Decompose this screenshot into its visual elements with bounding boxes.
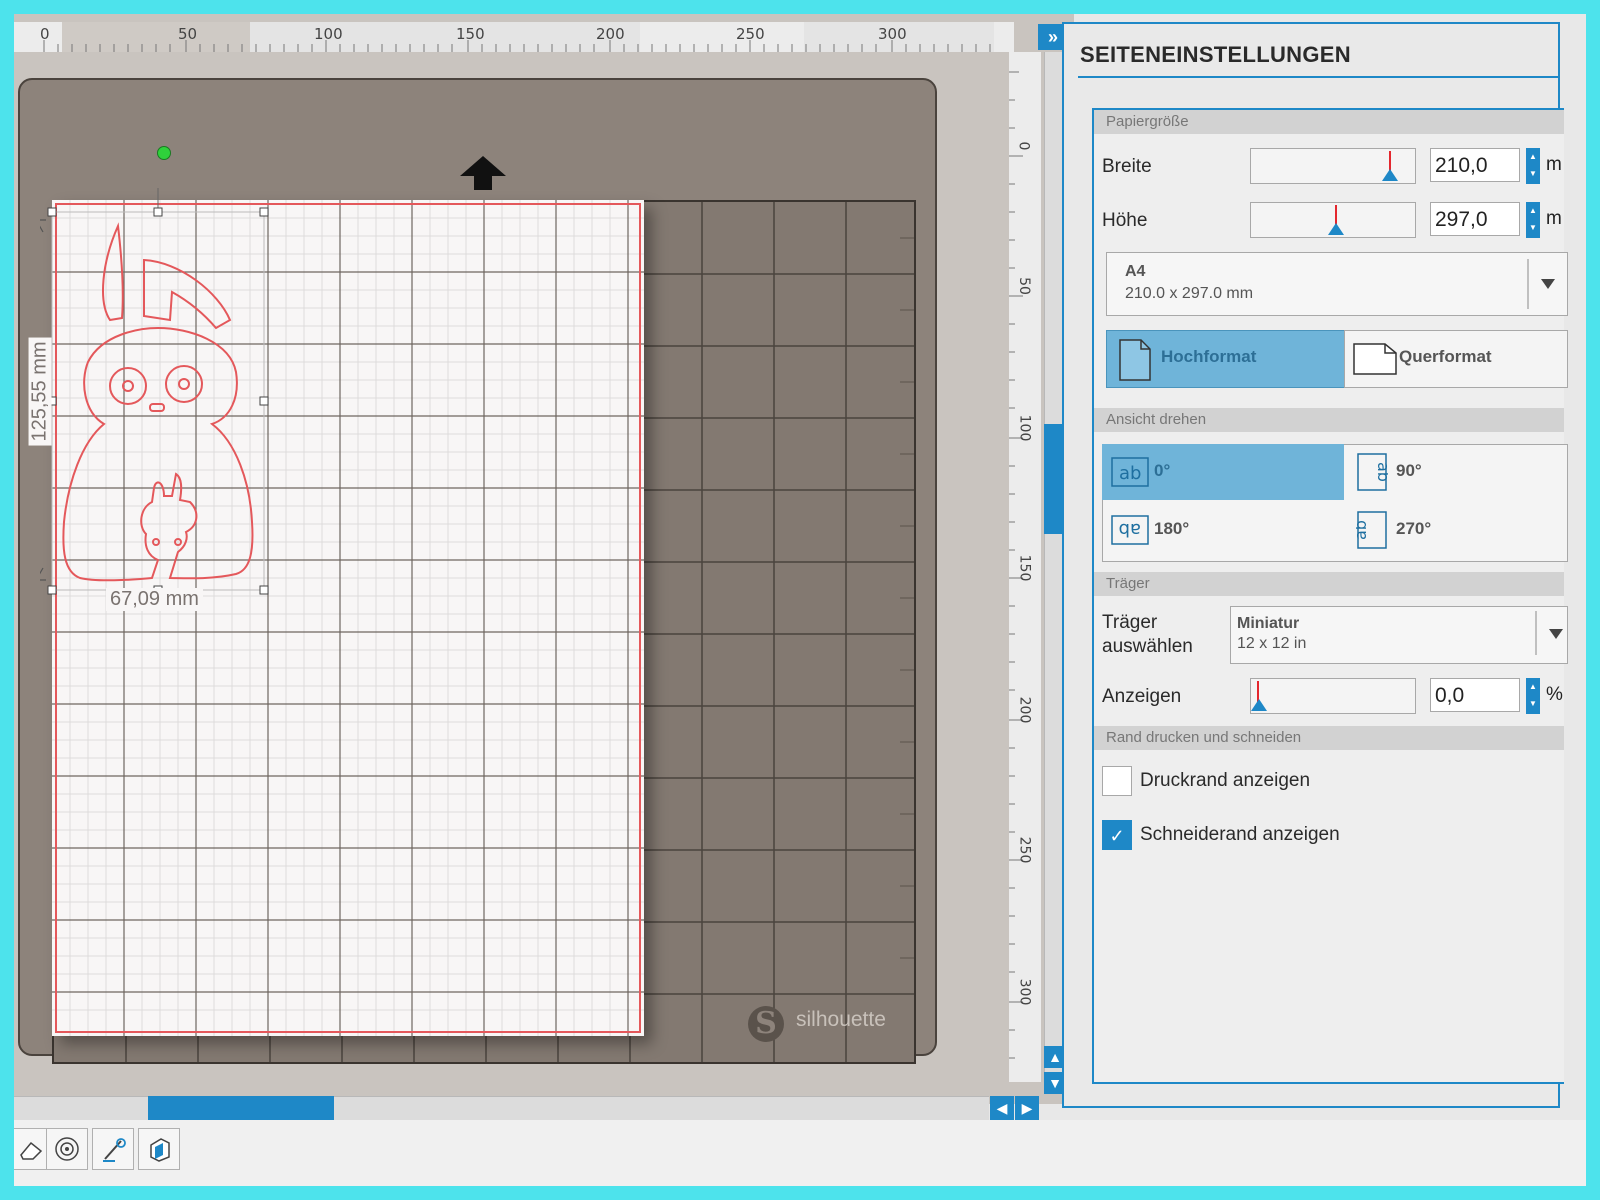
section-carrier: Träger [1094, 572, 1564, 596]
carrier-name: Miniatur [1237, 615, 1300, 632]
svg-text:ab: ab [1356, 520, 1370, 540]
cut-border-label: Schneiderand anzeigen [1140, 824, 1340, 845]
app-window: 0 50 100 150 200 250 300 0 50 100 150 20… [14, 14, 1586, 1186]
width-input[interactable]: 210,0 [1430, 148, 1520, 182]
ruler-label: 250 [1016, 836, 1033, 864]
opacity-unit: % [1546, 684, 1563, 705]
section-label: Papiergröße [1106, 113, 1189, 130]
height-slider[interactable] [1250, 202, 1416, 238]
landscape-label: Querformat [1399, 347, 1492, 366]
page-settings-panel: SEITENEINSTELLUNGEN Papiergröße Breite 2… [1062, 22, 1568, 1108]
scroll-right-icon[interactable]: ▶ [1015, 1096, 1039, 1120]
print-border-label: Druckrand anzeigen [1140, 770, 1311, 791]
brand-text: silhouette [796, 1008, 886, 1031]
scroll-left-icon[interactable]: ◀ [990, 1096, 1014, 1120]
chevron-down-icon [1549, 629, 1563, 639]
cut-border-checkbox[interactable]: ✓ [1102, 820, 1132, 850]
settings-content: Papiergröße Breite 210,0 ▲ ▼ m Höhe 297,0… [1092, 108, 1568, 1084]
rotate-0-label: 0° [1154, 461, 1171, 480]
horizontal-scrollbar-thumb[interactable] [148, 1096, 334, 1120]
bunny-design[interactable] [40, 142, 300, 602]
height-input[interactable]: 297,0 [1430, 202, 1520, 236]
rotate-270-button[interactable]: ab 270° [1344, 502, 1566, 558]
section-label: Ansicht drehen [1106, 411, 1207, 428]
horizontal-ruler: 0 50 100 150 200 250 300 [14, 22, 1014, 52]
rotate-180-button[interactable]: ab 180° [1102, 502, 1344, 558]
width-stepper[interactable]: ▲ ▼ [1526, 148, 1540, 184]
rotate-180-label: 180° [1154, 519, 1190, 538]
rotate-90-icon: ab [1357, 453, 1388, 491]
paper-size-dims: 210.0 x 297.0 mm [1125, 285, 1254, 302]
rotate-0-button[interactable]: ab 0° [1102, 444, 1344, 500]
ruler-label: 50 [1015, 277, 1032, 295]
svg-text:ab: ab [1374, 462, 1388, 482]
height-label: Höhe [1102, 210, 1148, 231]
landscape-page-icon [1353, 343, 1397, 375]
feed-direction-arrow-icon [460, 156, 506, 190]
section-rotate-view: Ansicht drehen [1094, 408, 1564, 432]
ruler-label: 200 [596, 25, 625, 43]
rotate-90-label: 90° [1396, 461, 1422, 480]
page-setup-tool-button[interactable] [138, 1128, 180, 1170]
ruler-label: 150 [456, 25, 485, 43]
portrait-page-icon [1119, 339, 1151, 381]
ruler-label: 100 [314, 25, 343, 43]
landscape-button[interactable]: Querformat [1344, 330, 1568, 388]
ruler-label: 150 [1016, 554, 1033, 582]
section-paper-size: Papiergröße [1094, 110, 1564, 134]
opacity-stepper[interactable]: ▲ ▼ [1526, 678, 1540, 714]
svg-text:ab: ab [1119, 463, 1141, 484]
rotate-0-icon: ab [1111, 457, 1149, 487]
eraser-tool-button[interactable] [14, 1128, 50, 1170]
svg-text:ab: ab [1119, 519, 1141, 540]
ruler-label: 0 [1015, 141, 1032, 151]
paper-size-select[interactable]: A4 210.0 x 297.0 mm [1106, 252, 1568, 316]
height-stepper[interactable]: ▲ ▼ [1526, 202, 1540, 238]
carrier-select-label: Träger [1102, 612, 1158, 633]
silhouette-logo-icon: S [748, 1006, 784, 1042]
carrier-size: 12 x 12 in [1237, 635, 1307, 652]
width-dimension-label: 67,09 mm [106, 588, 203, 611]
chevron-down-icon [1541, 279, 1555, 289]
design-canvas[interactable]: 0 50 100 150 200 250 300 0 50 100 150 20… [14, 14, 1074, 1104]
vertical-ruler: 0 50 100 150 200 250 300 [1009, 52, 1041, 1082]
section-label: Träger [1106, 575, 1150, 592]
print-border-checkbox[interactable] [1102, 766, 1132, 796]
show-label: Anzeigen [1102, 686, 1182, 707]
portrait-label: Hochformat [1161, 347, 1257, 366]
section-label: Rand drucken und schneiden [1106, 729, 1302, 746]
ruler-label: 250 [736, 25, 765, 43]
section-border: Rand drucken und schneiden [1094, 726, 1564, 750]
width-label: Breite [1102, 156, 1152, 177]
height-dimension-label: 125,55 mm [28, 337, 52, 446]
ruler-label: 100 [1016, 414, 1033, 442]
rotate-180-icon: ab [1111, 515, 1149, 545]
cutting-mat: 67,09 mm 125,55 mm S silhouette [18, 78, 937, 1064]
paper-size-name: A4 [1125, 263, 1146, 280]
ruler-label: 200 [1016, 696, 1033, 724]
bottom-toolbar [14, 1120, 1586, 1186]
carrier-select-label-2: auswählen [1102, 636, 1193, 657]
width-slider[interactable] [1250, 148, 1416, 184]
ruler-label: 300 [878, 25, 907, 43]
rotate-270-label: 270° [1396, 519, 1432, 538]
checkmark-icon: ✓ [1109, 826, 1125, 846]
opacity-slider[interactable] [1250, 678, 1416, 714]
opacity-input[interactable]: 0,0 [1430, 678, 1520, 712]
height-unit: m [1546, 208, 1562, 229]
rotate-270-icon: ab [1356, 511, 1387, 549]
rotate-90-button[interactable]: ab 90° [1344, 444, 1566, 500]
portrait-button[interactable]: Hochformat [1106, 330, 1346, 388]
width-unit: m [1546, 154, 1562, 175]
ruler-label: 0 [40, 25, 50, 43]
ruler-label: 50 [178, 25, 198, 43]
ruler-label: 300 [1016, 978, 1033, 1006]
offset-tool-button[interactable] [46, 1128, 88, 1170]
panel-title: SEITENEINSTELLUNGEN [1080, 42, 1351, 67]
carrier-select[interactable]: Miniatur 12 x 12 in [1230, 606, 1568, 664]
trace-tool-button[interactable] [92, 1128, 134, 1170]
